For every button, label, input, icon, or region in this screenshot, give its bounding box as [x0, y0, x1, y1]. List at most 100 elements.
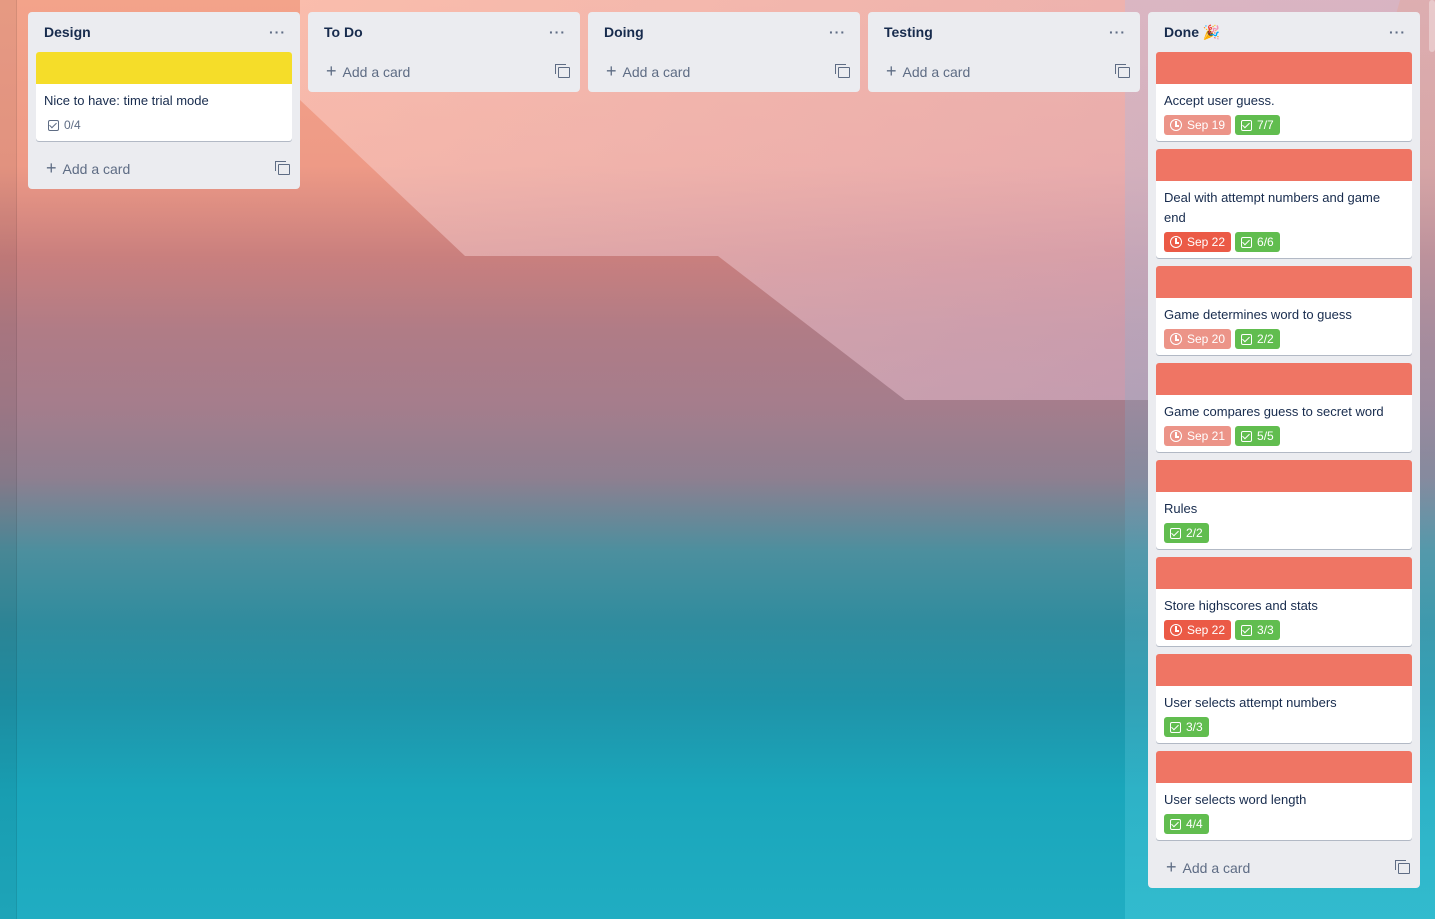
list-to-do: To Do ··· + Add a card: [308, 12, 580, 92]
more-horizontal-icon[interactable]: ···: [1105, 22, 1130, 42]
add-card-row: + Add a card: [588, 52, 860, 92]
card-body: Deal with attempt numbers and game end Se…: [1156, 181, 1412, 258]
plus-icon: +: [886, 61, 897, 81]
card-badges: Sep 19 7/7: [1164, 115, 1404, 135]
due-date-badge[interactable]: Sep 20: [1164, 329, 1232, 349]
checkbox-icon: [1170, 527, 1181, 539]
card[interactable]: Nice to have: time trial mode 0/4: [36, 52, 292, 141]
card-badges: Sep 22 3/3: [1164, 620, 1404, 640]
add-card-row: + Add a card: [308, 52, 580, 92]
add-card-button[interactable]: + Add a card: [1166, 858, 1250, 876]
clock-icon: [1170, 236, 1182, 248]
checkbox-icon: [1241, 119, 1253, 131]
add-card-button[interactable]: + Add a card: [606, 61, 690, 81]
card-body: User selects attempt numbers 3/3: [1156, 686, 1412, 743]
due-date-badge[interactable]: Sep 22: [1164, 620, 1232, 640]
plus-icon: +: [46, 158, 57, 178]
card-badges: 0/4: [44, 115, 284, 135]
checklist-count: 2/2: [1186, 526, 1203, 540]
list-title[interactable]: Doing: [604, 24, 644, 40]
list-done: Done 🎉 ··· Accept user guess. Sep 19 7/7 Deal…: [1148, 12, 1420, 888]
more-horizontal-icon[interactable]: ···: [545, 22, 570, 42]
list-title[interactable]: Done 🎉: [1164, 24, 1220, 41]
card-label: [36, 52, 292, 84]
card-title: Accept user guess.: [1164, 93, 1275, 108]
card-title: Game compares guess to secret word: [1164, 404, 1384, 419]
card-badges: 3/3: [1164, 717, 1404, 737]
list-title[interactable]: Testing: [884, 24, 933, 40]
more-horizontal-icon[interactable]: ···: [825, 22, 850, 42]
list-header: To Do ···: [308, 12, 580, 52]
card-template-icon[interactable]: [1115, 63, 1130, 78]
checklist-badge: 6/6: [1235, 232, 1280, 252]
clock-icon: [1170, 333, 1182, 345]
due-date-text: Sep 19: [1187, 118, 1226, 132]
due-date-text: Sep 21: [1187, 429, 1226, 443]
checklist-badge: 3/3: [1235, 620, 1280, 640]
card-title: Deal with attempt numbers and game end: [1164, 190, 1381, 225]
card[interactable]: Game compares guess to secret word Sep 21…: [1156, 363, 1412, 452]
checklist-badge: 5/5: [1235, 426, 1280, 446]
add-card-button[interactable]: + Add a card: [46, 158, 131, 178]
card[interactable]: User selects word length 4/4: [1156, 751, 1412, 840]
add-card-button[interactable]: + Add a card: [886, 61, 971, 81]
card-title: Rules: [1164, 501, 1198, 516]
list-design: Design ··· Nice to have: time trial mode 0/…: [28, 12, 300, 189]
card[interactable]: User selects attempt numbers 3/3: [1156, 654, 1412, 743]
card-list: Nice to have: time trial mode 0/4: [28, 52, 300, 141]
card-label: [1156, 751, 1412, 783]
add-card-row: + Add a card: [28, 149, 300, 189]
list-title[interactable]: Design: [44, 24, 91, 40]
plus-icon: +: [606, 61, 617, 81]
due-date-text: Sep 22: [1187, 235, 1226, 249]
checklist-count: 2/2: [1257, 332, 1274, 346]
checklist-count: 4/4: [1186, 817, 1203, 831]
card-body: Nice to have: time trial mode 0/4: [36, 84, 292, 141]
checklist-badge: 2/2: [1164, 523, 1209, 543]
checklist-badge: 4/4: [1164, 814, 1209, 834]
checkbox-icon: [48, 119, 59, 131]
list-title[interactable]: To Do: [324, 24, 363, 40]
card-body: Accept user guess. Sep 19 7/7: [1156, 84, 1412, 141]
checklist-count: 5/5: [1257, 429, 1274, 443]
add-card-label: Add a card: [62, 161, 131, 177]
add-card-label: Add a card: [902, 64, 971, 80]
card-badges: Sep 21 5/5: [1164, 426, 1404, 446]
card-template-icon[interactable]: [835, 63, 850, 78]
card-body: Rules 2/2: [1156, 492, 1412, 549]
card[interactable]: Rules 2/2: [1156, 460, 1412, 549]
clock-icon: [1170, 430, 1182, 442]
card-badges: 2/2: [1164, 523, 1404, 543]
card-template-icon[interactable]: [555, 63, 570, 78]
checklist-badge: 2/2: [1235, 329, 1280, 349]
due-date-badge[interactable]: Sep 22: [1164, 232, 1232, 252]
card-body: Store highscores and stats Sep 22 3/3: [1156, 589, 1412, 646]
card-body: User selects word length 4/4: [1156, 783, 1412, 840]
add-card-row: + Add a card: [1148, 848, 1420, 888]
list-testing: Testing ··· + Add a card: [868, 12, 1140, 92]
card-badges: Sep 20 2/2: [1164, 329, 1404, 349]
checklist-count: 3/3: [1186, 720, 1203, 734]
checklist-badge: 0/4: [44, 115, 85, 135]
card-template-icon[interactable]: [1395, 859, 1410, 874]
more-horizontal-icon[interactable]: ···: [265, 22, 290, 42]
card[interactable]: Game determines word to guess Sep 20 2/2: [1156, 266, 1412, 355]
due-date-badge[interactable]: Sep 21: [1164, 426, 1232, 446]
card[interactable]: Accept user guess. Sep 19 7/7: [1156, 52, 1412, 141]
card-badges: 4/4: [1164, 814, 1404, 834]
card[interactable]: Deal with attempt numbers and game end Se…: [1156, 149, 1412, 258]
due-date-badge[interactable]: Sep 19: [1164, 115, 1232, 135]
board-scrollbar[interactable]: [1429, 0, 1435, 52]
card-title: User selects attempt numbers: [1164, 695, 1337, 710]
card-body: Game determines word to guess Sep 20 2/2: [1156, 298, 1412, 355]
more-horizontal-icon[interactable]: ···: [1385, 22, 1410, 42]
card-badges: Sep 22 6/6: [1164, 232, 1404, 252]
add-card-button[interactable]: + Add a card: [326, 62, 410, 80]
checklist-count: 3/3: [1257, 623, 1274, 637]
card-template-icon[interactable]: [275, 160, 290, 175]
clock-icon: [1170, 119, 1182, 131]
card-title: User selects word length: [1164, 792, 1307, 807]
list-doing: Doing ··· + Add a card: [588, 12, 860, 92]
card-label: [1156, 557, 1412, 589]
card[interactable]: Store highscores and stats Sep 22 3/3: [1156, 557, 1412, 646]
